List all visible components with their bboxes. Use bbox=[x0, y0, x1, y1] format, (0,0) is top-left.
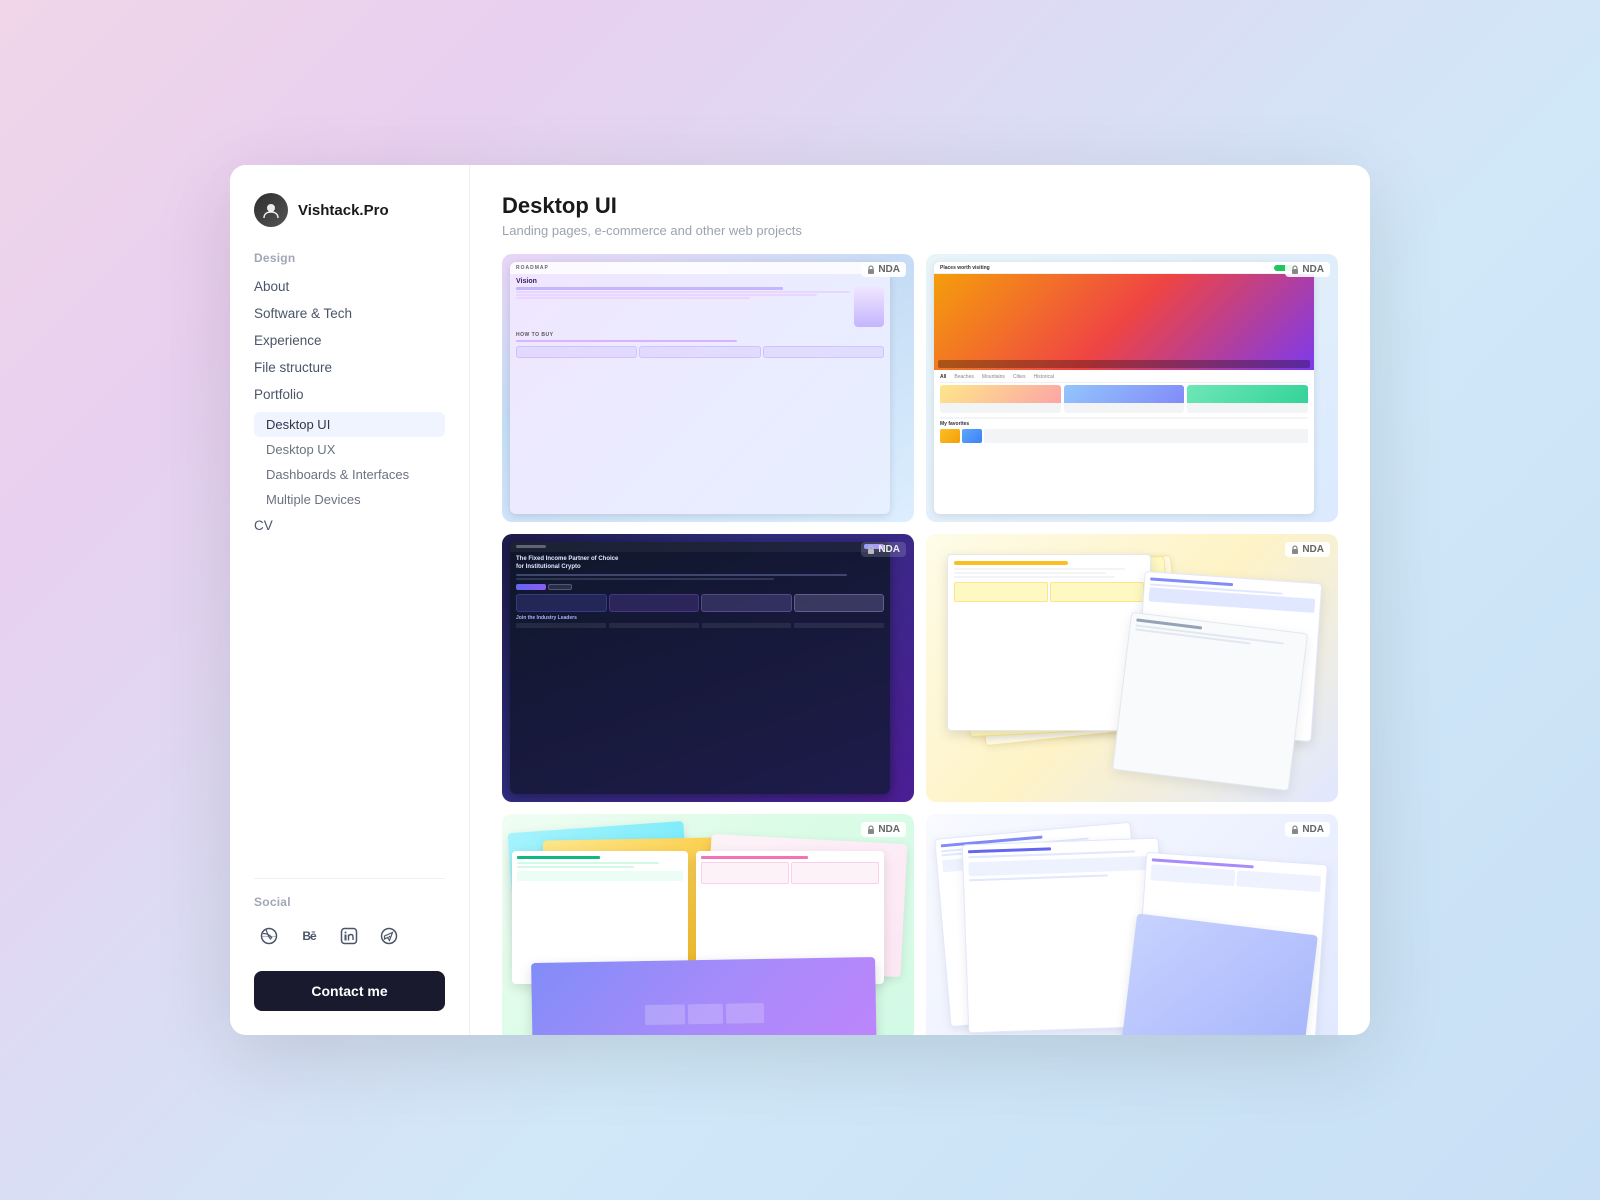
main-content: Desktop UI Landing pages, e-commerce and… bbox=[470, 165, 1370, 1035]
linkedin-icon[interactable] bbox=[334, 921, 364, 951]
content-header: Desktop UI Landing pages, e-commerce and… bbox=[470, 165, 1370, 254]
social-label: Social bbox=[254, 895, 445, 909]
nda-badge-2: NDA bbox=[1285, 262, 1330, 277]
nda-badge-6: NDA bbox=[1285, 822, 1330, 837]
nav-sub-item-multiple-devices[interactable]: Multiple Devices bbox=[254, 487, 445, 512]
contact-me-button[interactable]: Contact me bbox=[254, 971, 445, 1011]
sidebar-item-file-structure[interactable]: File structure bbox=[254, 354, 445, 381]
gallery-card-6[interactable]: NDA bbox=[926, 814, 1338, 1035]
sidebar-item-software-tech[interactable]: Software & Tech bbox=[254, 300, 445, 327]
sidebar-divider bbox=[254, 878, 445, 879]
nav-sub-item-dashboards[interactable]: Dashboards & Interfaces bbox=[254, 462, 445, 487]
telegram-icon[interactable] bbox=[374, 921, 404, 951]
sidebar-item-cv[interactable]: CV bbox=[254, 512, 445, 539]
gallery-card-3[interactable]: NDA The Fixed Income Partner of Choicefo… bbox=[502, 534, 914, 802]
gallery-scroll[interactable]: NDA ROADMAP Vision bbox=[470, 254, 1370, 1035]
sidebar-item-portfolio[interactable]: Portfolio bbox=[254, 381, 445, 408]
gallery-card-4[interactable]: NDA bbox=[926, 534, 1338, 802]
avatar bbox=[254, 193, 288, 227]
social-icons: Bē bbox=[254, 921, 445, 951]
sidebar-item-about[interactable]: About bbox=[254, 273, 445, 300]
main-container: Vishtack.Pro Design About Software & Tec… bbox=[230, 165, 1370, 1035]
sidebar: Vishtack.Pro Design About Software & Tec… bbox=[230, 165, 470, 1035]
brand-name: Vishtack.Pro bbox=[298, 202, 389, 219]
portfolio-sub-section: Desktop UI Desktop UX Dashboards & Inter… bbox=[254, 412, 445, 512]
nav-sub-item-desktop-ux[interactable]: Desktop UX bbox=[254, 437, 445, 462]
nav-section: Design About Software & Tech Experience … bbox=[230, 251, 469, 862]
sidebar-header: Vishtack.Pro bbox=[230, 193, 469, 251]
nda-badge-1: NDA bbox=[861, 262, 906, 277]
nda-badge-5: NDA bbox=[861, 822, 906, 837]
gallery-card-2[interactable]: NDA Places worth visiting bbox=[926, 254, 1338, 522]
contact-btn-wrapper: Contact me bbox=[230, 951, 469, 1011]
page-subtitle: Landing pages, e-commerce and other web … bbox=[502, 223, 1338, 238]
sidebar-item-experience[interactable]: Experience bbox=[254, 327, 445, 354]
gallery-grid: NDA ROADMAP Vision bbox=[502, 254, 1338, 1035]
design-section-label: Design bbox=[254, 251, 445, 265]
social-section: Social Bē bbox=[230, 895, 469, 951]
behance-icon[interactable]: Bē bbox=[294, 921, 324, 951]
dribbble-icon[interactable] bbox=[254, 921, 284, 951]
nda-badge-4: NDA bbox=[1285, 542, 1330, 557]
nav-sub-item-desktop-ui[interactable]: Desktop UI bbox=[254, 412, 445, 437]
gallery-card-1[interactable]: NDA ROADMAP Vision bbox=[502, 254, 914, 522]
gallery-card-5[interactable]: NDA bbox=[502, 814, 914, 1035]
nda-badge-3: NDA bbox=[861, 542, 906, 557]
page-title: Desktop UI bbox=[502, 193, 1338, 219]
